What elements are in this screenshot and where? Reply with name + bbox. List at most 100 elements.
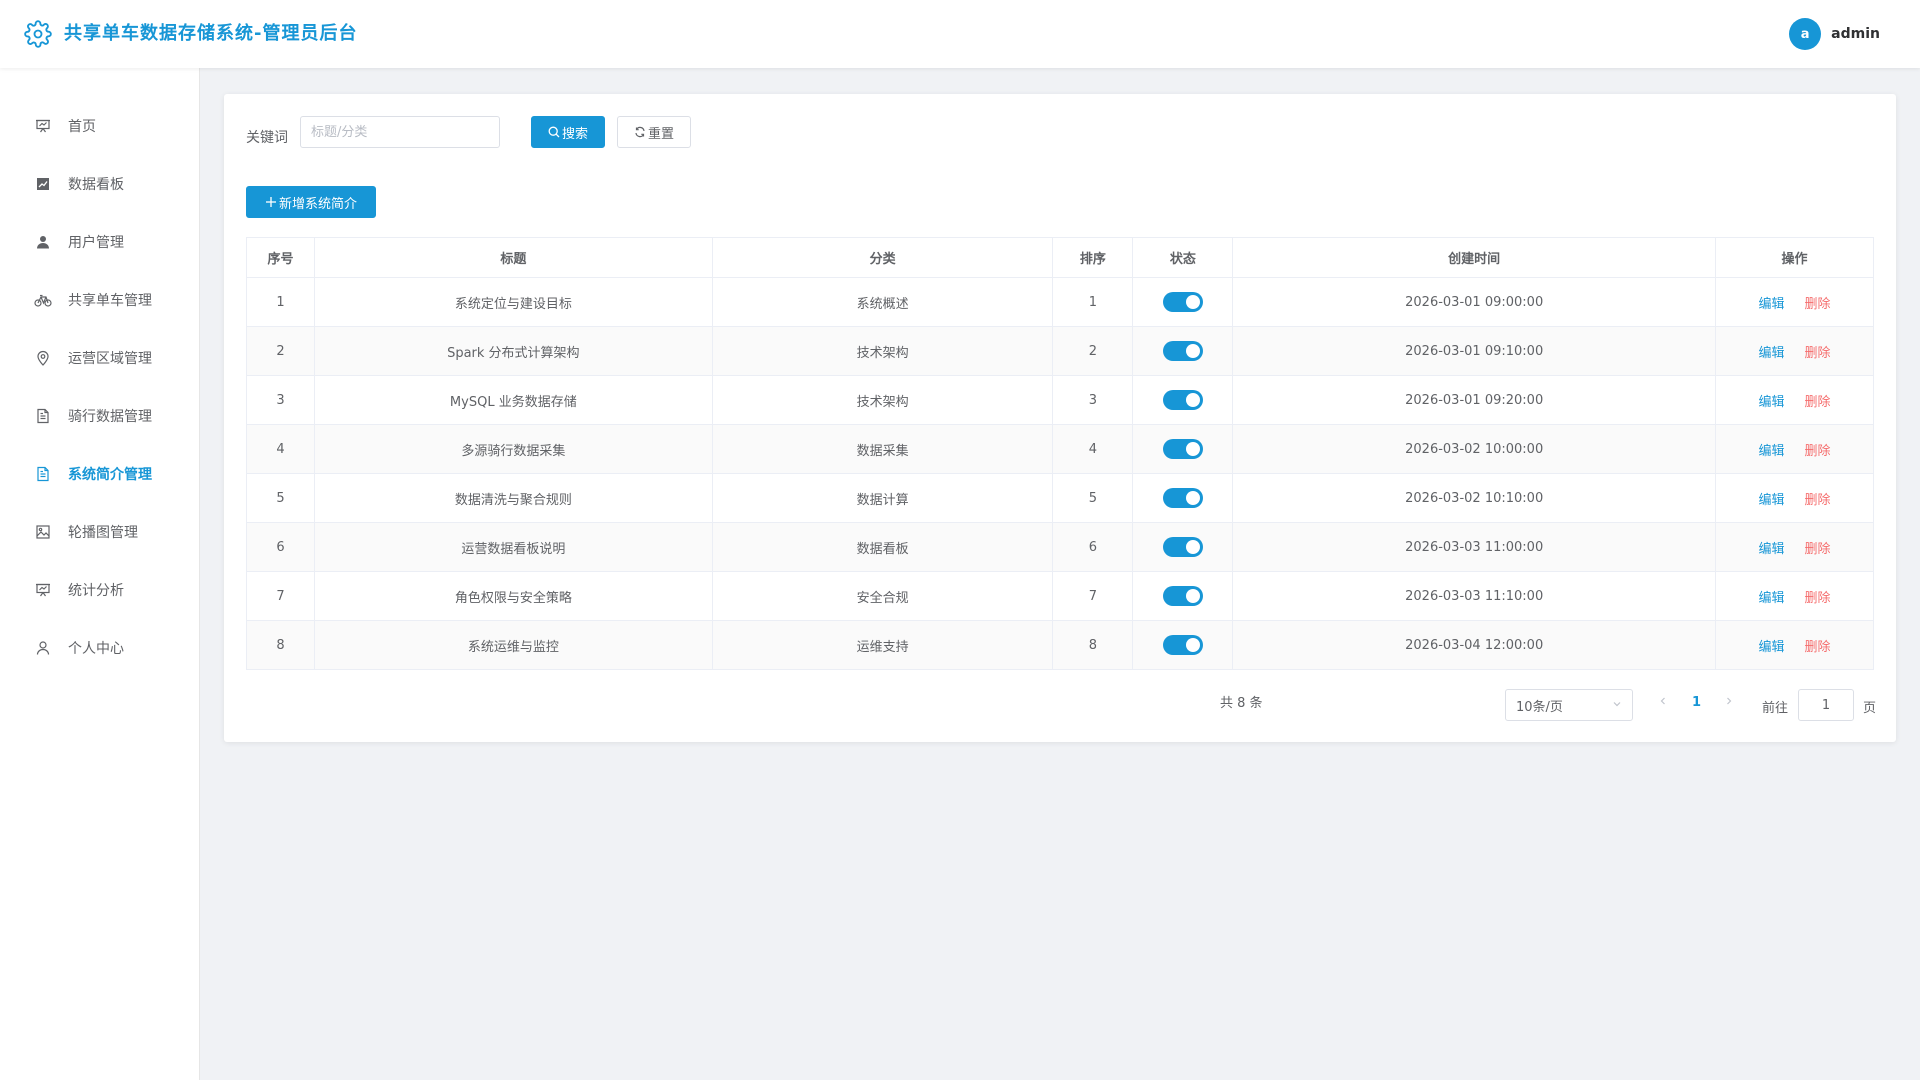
sidebar-item-label: 骑行数据管理	[68, 409, 152, 425]
goto-page-input[interactable]	[1798, 689, 1854, 721]
sidebar-item-label: 共享单车管理	[68, 293, 152, 309]
cell-title: MySQL 业务数据存储	[313, 375, 713, 425]
delete-button[interactable]: 删除	[1805, 591, 1831, 606]
sidebar-item-8[interactable]: 统计分析	[0, 561, 199, 619]
sidebar-item-9[interactable]: 个人中心	[0, 619, 199, 677]
sidebar-item-2[interactable]: 用户管理	[0, 213, 199, 271]
sidebar-item-4[interactable]: 运营区域管理	[0, 329, 199, 387]
reset-button[interactable]: 重置	[617, 116, 691, 148]
sidebar-item-label: 个人中心	[68, 641, 124, 657]
cell-status	[1132, 571, 1234, 621]
cell-sort: 8	[1052, 620, 1134, 670]
edit-button[interactable]: 编辑	[1759, 297, 1785, 312]
plus-icon	[265, 196, 277, 208]
status-toggle[interactable]	[1162, 537, 1203, 557]
person-icon	[34, 639, 52, 657]
edit-button[interactable]: 编辑	[1759, 395, 1785, 410]
edit-button[interactable]: 编辑	[1759, 542, 1785, 557]
col-header-title: 标题	[313, 237, 713, 278]
cell-title: 角色权限与安全策略	[313, 571, 713, 621]
cell-sort: 7	[1052, 571, 1134, 621]
bicycle-icon	[34, 291, 52, 309]
sidebar-item-6[interactable]: 系统简介管理	[0, 445, 199, 503]
sidebar-item-0[interactable]: 首页	[0, 97, 199, 155]
cell-created: 2026-03-01 09:00:00	[1232, 277, 1717, 327]
chevron-down-icon	[1612, 698, 1622, 713]
cell-index: 3	[246, 375, 315, 425]
status-toggle[interactable]	[1162, 390, 1203, 410]
cell-status	[1132, 473, 1234, 523]
table-row: 7 角色权限与安全策略 安全合规 7 2026-03-03 11:10:00 编辑 删除	[246, 571, 1874, 621]
col-header-actions: 操作	[1715, 237, 1874, 278]
cell-created: 2026-03-03 11:00:00	[1232, 522, 1717, 572]
cell-title: 数据清洗与聚合规则	[313, 473, 713, 523]
document-icon	[34, 465, 52, 483]
edit-button[interactable]: 编辑	[1759, 444, 1785, 459]
delete-button[interactable]: 删除	[1805, 493, 1831, 508]
cell-category: 技术架构	[711, 375, 1054, 425]
goto-label: 前往	[1762, 701, 1789, 716]
cell-actions: 编辑 删除	[1715, 277, 1874, 327]
cell-created: 2026-03-03 11:10:00	[1232, 571, 1717, 621]
presentation-icon	[34, 581, 52, 599]
col-header-status: 状态	[1132, 237, 1234, 278]
delete-button[interactable]: 删除	[1805, 444, 1831, 459]
sidebar-item-7[interactable]: 轮播图管理	[0, 503, 199, 561]
sidebar-item-label: 首页	[68, 119, 96, 135]
sidebar-item-3[interactable]: 共享单车管理	[0, 271, 199, 329]
sidebar-item-label: 轮播图管理	[68, 525, 138, 541]
gear-icon	[24, 20, 52, 48]
sidebar-item-5[interactable]: 骑行数据管理	[0, 387, 199, 445]
content-card: 关键词 搜索 重置 新增系统简介 序号 标题 分类 排序 状态	[224, 94, 1896, 742]
status-toggle[interactable]	[1162, 341, 1203, 361]
edit-button[interactable]: 编辑	[1759, 591, 1785, 606]
username[interactable]: admin	[1831, 26, 1880, 42]
cell-sort: 4	[1052, 424, 1134, 474]
sidebar-item-label: 运营区域管理	[68, 351, 152, 367]
sidebar-item-label: 系统简介管理	[68, 467, 152, 483]
cell-actions: 编辑 删除	[1715, 571, 1874, 621]
user-menu[interactable]: a admin	[1789, 18, 1880, 50]
status-toggle[interactable]	[1162, 586, 1203, 606]
cell-index: 4	[246, 424, 315, 474]
status-toggle[interactable]	[1162, 292, 1203, 312]
cell-title: 系统定位与建设目标	[313, 277, 713, 327]
pagination-total: 共 8 条	[1220, 696, 1263, 711]
cell-category: 系统概述	[711, 277, 1054, 327]
edit-button[interactable]: 编辑	[1759, 640, 1785, 655]
cell-created: 2026-03-02 10:00:00	[1232, 424, 1717, 474]
sidebar: 首页数据看板用户管理共享单车管理 运营区域管理 骑行数据管理 系统简介管理 轮播图管理统…	[0, 68, 200, 1080]
status-toggle[interactable]	[1162, 488, 1203, 508]
delete-button[interactable]: 删除	[1805, 542, 1831, 557]
delete-button[interactable]: 删除	[1805, 346, 1831, 361]
cell-index: 2	[246, 326, 315, 376]
cell-status	[1132, 326, 1234, 376]
cell-sort: 5	[1052, 473, 1134, 523]
edit-button[interactable]: 编辑	[1759, 346, 1785, 361]
avatar[interactable]: a	[1789, 18, 1822, 50]
delete-button[interactable]: 删除	[1805, 297, 1831, 312]
page-size-select[interactable]: 10条/页	[1505, 689, 1633, 721]
cell-title: 运营数据看板说明	[313, 522, 713, 572]
page-number-current[interactable]: 1	[1692, 695, 1701, 710]
delete-button[interactable]: 删除	[1805, 395, 1831, 410]
user-icon	[34, 233, 52, 251]
prev-page-button[interactable]	[1658, 695, 1668, 710]
status-toggle[interactable]	[1162, 439, 1203, 459]
sidebar-item-label: 用户管理	[68, 235, 124, 251]
next-page-button[interactable]	[1724, 695, 1734, 710]
search-button[interactable]: 搜索	[531, 116, 605, 148]
cell-title: 多源骑行数据采集	[313, 424, 713, 474]
sidebar-item-label: 数据看板	[68, 177, 124, 193]
cell-actions: 编辑 删除	[1715, 473, 1874, 523]
edit-button[interactable]: 编辑	[1759, 493, 1785, 508]
keyword-input[interactable]	[300, 116, 500, 148]
cell-actions: 编辑 删除	[1715, 326, 1874, 376]
status-toggle[interactable]	[1162, 635, 1203, 655]
cell-index: 8	[246, 620, 315, 670]
delete-button[interactable]: 删除	[1805, 640, 1831, 655]
add-intro-button[interactable]: 新增系统简介	[246, 186, 376, 218]
cell-created: 2026-03-04 12:00:00	[1232, 620, 1717, 670]
cell-actions: 编辑 删除	[1715, 424, 1874, 474]
sidebar-item-1[interactable]: 数据看板	[0, 155, 199, 213]
